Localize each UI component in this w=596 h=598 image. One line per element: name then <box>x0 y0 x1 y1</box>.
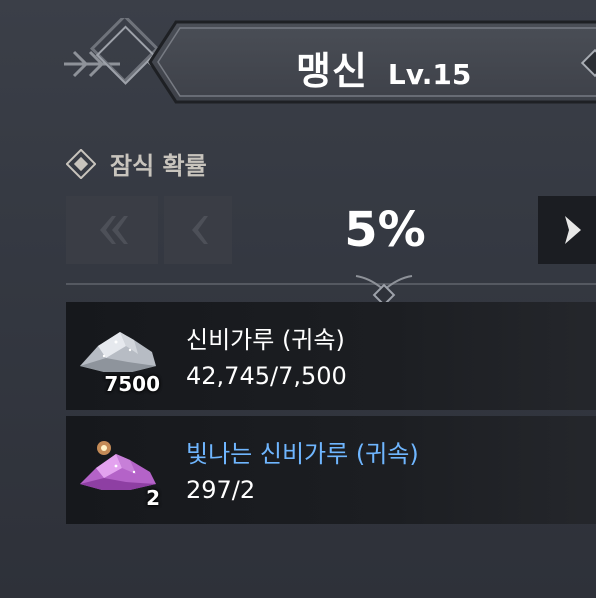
material-row[interactable]: 2 빛나는 신비가루 (귀속) 297/2 <box>66 416 596 524</box>
character-name: 맹신 <box>296 49 368 93</box>
section-label-text: 잠식 확률 <box>110 152 207 180</box>
section-label: 잠식 확률 <box>66 146 207 181</box>
diamond-ornament-icon <box>580 48 596 78</box>
next-button[interactable] <box>538 196 596 264</box>
item-icon-slot: 2 <box>76 426 164 514</box>
diamond-bullet-icon <box>66 148 96 179</box>
character-level: Lv.15 <box>387 58 472 91</box>
rate-value: 5% <box>344 202 426 258</box>
character-title: 맹신 Lv.15 <box>296 40 471 93</box>
item-name: 빛나는 신비가루 (귀속) <box>186 440 419 468</box>
item-icon-slot: 7500 <box>76 312 164 400</box>
first-button[interactable] <box>66 196 158 264</box>
prev-button[interactable] <box>164 196 232 264</box>
item-count: 42,745/7,500 <box>186 362 347 390</box>
chevron-right-icon <box>565 216 581 244</box>
item-required-count: 7500 <box>104 372 160 396</box>
section-divider <box>66 275 596 302</box>
chevron-left-icon <box>192 216 208 244</box>
material-row[interactable]: 7500 신비가루 (귀속) 42,745/7,500 <box>66 302 596 410</box>
double-chevron-left-icon <box>100 216 128 244</box>
item-name: 신비가루 (귀속) <box>186 326 345 354</box>
item-required-count: 2 <box>146 486 160 510</box>
item-count: 297/2 <box>186 476 256 504</box>
